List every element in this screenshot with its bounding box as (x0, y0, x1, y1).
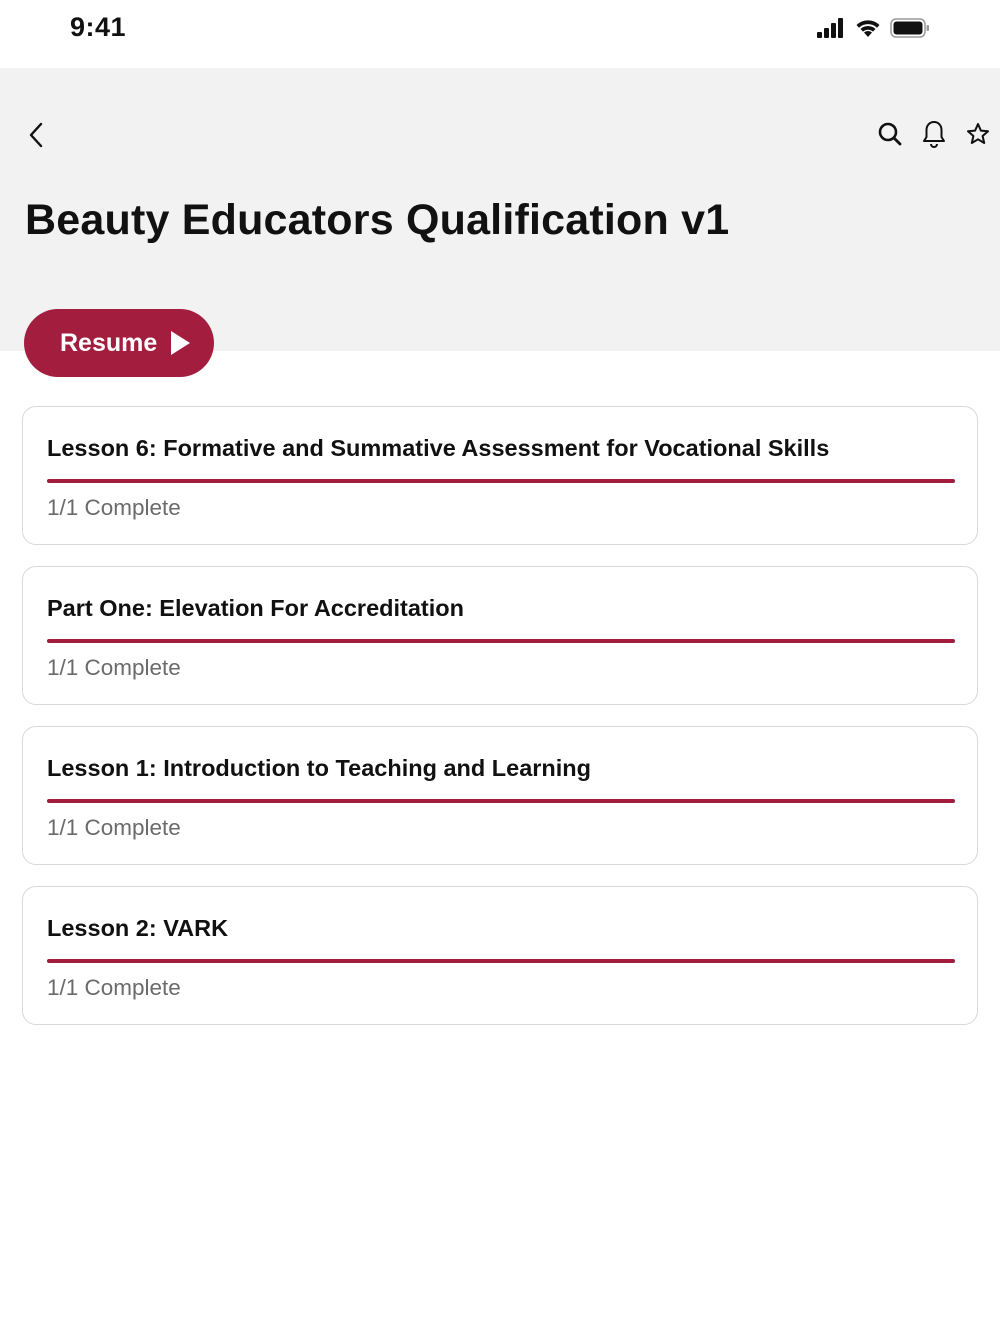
back-button[interactable] (22, 118, 50, 152)
bell-icon (923, 121, 945, 148)
wifi-icon (856, 20, 880, 37)
page-title: Beauty Educators Qualification v1 (25, 196, 730, 244)
resume-button-label: Resume (60, 328, 158, 357)
battery-icon (890, 18, 929, 38)
lesson-status: 1/1 Complete (47, 975, 181, 1000)
lesson-title: Part One: Elevation For Accreditation (47, 595, 464, 621)
search-icon (878, 122, 902, 146)
status-icons (816, 18, 930, 38)
lesson-card[interactable]: Lesson 6: Formative and Summative Assess… (22, 406, 978, 545)
lesson-progress-fill (47, 639, 955, 643)
lesson-title: Lesson 2: VARK (47, 915, 229, 941)
lesson-progress-bar (47, 639, 955, 643)
lesson-title: Lesson 1: Introduction to Teaching and L… (47, 755, 591, 781)
lesson-progress-fill (47, 799, 955, 803)
lesson-status: 1/1 Complete (47, 655, 181, 680)
status-bar: 9:41 (0, 0, 1000, 68)
lesson-progress-fill (47, 479, 955, 483)
lesson-status: 1/1 Complete (47, 815, 181, 840)
search-button[interactable] (876, 118, 904, 150)
lesson-list: Lesson 6: Formative and Summative Assess… (22, 406, 978, 1046)
lesson-progress-bar (47, 479, 955, 483)
resume-button[interactable]: Resume (24, 309, 214, 377)
lesson-title: Lesson 6: Formative and Summative Assess… (47, 435, 830, 461)
chevron-left-icon (29, 122, 43, 148)
notifications-button[interactable] (920, 118, 948, 150)
lesson-card[interactable]: Lesson 1: Introduction to Teaching and L… (22, 726, 978, 865)
lesson-progress-fill (47, 959, 955, 963)
status-time: 9:41 (70, 12, 127, 42)
lesson-status: 1/1 Complete (47, 495, 181, 520)
header-actions (876, 118, 992, 150)
play-icon (171, 331, 191, 355)
lesson-card[interactable]: Lesson 2: VARK 1/1 Complete (22, 886, 978, 1025)
star-icon (967, 123, 989, 144)
lesson-card[interactable]: Part One: Elevation For Accreditation 1/… (22, 566, 978, 705)
cellular-signal-icon (817, 18, 843, 38)
favorite-button[interactable] (964, 118, 992, 150)
lesson-progress-bar (47, 799, 955, 803)
lesson-progress-bar (47, 959, 955, 963)
